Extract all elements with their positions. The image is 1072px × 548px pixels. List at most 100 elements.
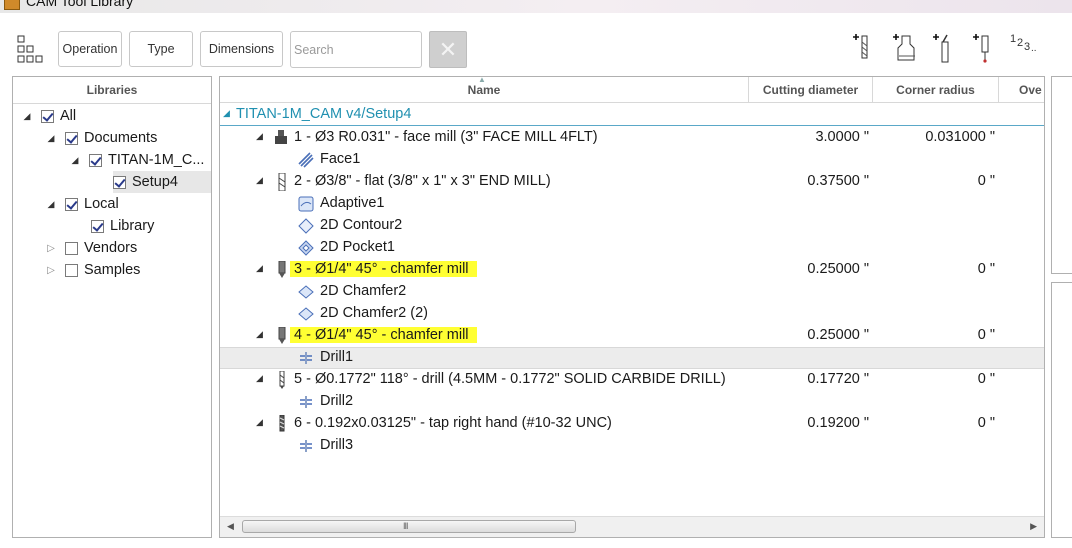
cutting-diameter-value: 0.37500 " <box>807 173 869 189</box>
operation-name: Adaptive1 <box>320 195 385 211</box>
dimensions-button[interactable]: Dimensions <box>200 31 283 67</box>
type-button[interactable]: Type <box>129 31 193 67</box>
scroll-right-arrow-icon[interactable]: ▶ <box>1030 521 1037 532</box>
operation-row[interactable]: Drill2 <box>220 391 1044 413</box>
search-input[interactable] <box>290 31 422 68</box>
face-operation-icon <box>298 152 314 168</box>
operation-row[interactable]: Adaptive1 <box>220 193 1044 215</box>
corner-radius-value: 0 " <box>977 371 995 387</box>
tool-row[interactable]: ◢ 4 - Ø1/4" 45° - chamfer mill 0.25000 "… <box>220 325 1044 347</box>
cutting-diameter-value: 0.17720 " <box>807 371 869 387</box>
drill-tool-icon <box>279 371 285 389</box>
operation-name: Drill2 <box>320 393 354 409</box>
tree-item-local[interactable]: ◢ Local <box>45 193 119 215</box>
tree-item-titan[interactable]: ◢ TITAN-1M_C... <box>69 149 205 171</box>
title-bar: CAM Tool Library <box>0 0 1072 13</box>
column-header-name[interactable]: Name ▲ <box>220 77 749 103</box>
corner-radius-value: 0 " <box>977 327 995 343</box>
checkbox-documents[interactable] <box>65 131 78 145</box>
scrollbar-thumb[interactable]: III <box>242 520 576 533</box>
expand-arrow-icon[interactable]: ◢ <box>256 417 263 428</box>
tree-label: Samples <box>84 262 141 278</box>
group-row[interactable]: ◢ TITAN-1M_CAM v4/Setup4 <box>220 104 1044 126</box>
column-header-corner-radius[interactable]: Corner radius <box>873 77 999 103</box>
expand-arrow-icon[interactable]: ◢ <box>256 373 263 384</box>
collapsed-arrow-icon[interactable]: ▷ <box>45 265 57 276</box>
tool-name: 2 - Ø3/8" - flat (3/8" x 1" x 3" END MIL… <box>294 173 551 189</box>
grid-view-icon[interactable] <box>14 33 48 65</box>
horizontal-scrollbar[interactable]: ◀ III ▶ <box>220 516 1044 537</box>
expand-arrow-icon[interactable]: ◢ <box>256 131 263 142</box>
expand-arrow-icon[interactable]: ◢ <box>223 108 230 119</box>
tool-row[interactable]: ◢ 5 - Ø0.1772" 118° - drill (4.5MM - 0.1… <box>220 369 1044 391</box>
tool-name: 6 - 0.192x0.03125" - tap right hand (#10… <box>294 415 612 431</box>
tree-label: Local <box>84 196 119 212</box>
expand-arrow-icon[interactable]: ◢ <box>45 199 57 210</box>
operation-row[interactable]: 2D Pocket1 <box>220 237 1044 259</box>
operation-row-selected[interactable]: Drill1 <box>220 347 1044 369</box>
column-header-overall[interactable]: Ove <box>999 77 1044 103</box>
new-turning-tool-icon[interactable] <box>929 30 963 68</box>
checkbox-titan[interactable] <box>89 153 102 167</box>
tree-item-setup4[interactable]: Setup4 <box>113 171 211 193</box>
checkbox-library[interactable] <box>91 219 104 233</box>
cutting-diameter-value: 3.0000 " <box>815 129 869 145</box>
libraries-panel: Libraries ◢ All ◢ Documents ◢ TITAN-1M_C… <box>12 76 212 538</box>
operation-name: 2D Contour2 <box>320 217 403 233</box>
clear-search-button[interactable]: ✕ <box>429 31 467 68</box>
expand-arrow-icon[interactable]: ◢ <box>256 329 263 340</box>
operation-row[interactable]: Face1 <box>220 149 1044 171</box>
checkbox-local[interactable] <box>65 197 78 211</box>
tool-row[interactable]: ◢ 3 - Ø1/4" 45° - chamfer mill 0.25000 "… <box>220 259 1044 281</box>
tree-item-documents[interactable]: ◢ Documents <box>45 127 158 149</box>
tool-row[interactable]: ◢ 2 - Ø3/8" - flat (3/8" x 1" x 3" END M… <box>220 171 1044 193</box>
operation-row[interactable]: Drill3 <box>220 435 1044 457</box>
tree-label: Library <box>110 218 155 234</box>
checkbox-samples[interactable] <box>65 263 78 277</box>
drill-operation-icon <box>300 352 312 364</box>
corner-radius-value: 0 " <box>977 261 995 277</box>
cutting-diameter-value: 0.19200 " <box>807 415 869 431</box>
expand-arrow-icon[interactable]: ◢ <box>45 133 57 144</box>
tool-name: 5 - Ø0.1772" 118° - drill (4.5MM - 0.177… <box>294 371 726 387</box>
corner-radius-value: 0 " <box>977 173 995 189</box>
checkbox-setup4[interactable] <box>113 175 126 189</box>
operation-row[interactable]: 2D Contour2 <box>220 215 1044 237</box>
checkbox-vendors[interactable] <box>65 241 78 255</box>
flat-end-mill-icon <box>278 173 286 191</box>
operation-name: 2D Pocket1 <box>320 239 395 255</box>
adaptive-operation-icon <box>298 196 314 212</box>
toolbar: Operation Type Dimensions ✕ 1 2 3 .. <box>0 13 1072 75</box>
renumber-icon[interactable]: 1 2 3 .. <box>1010 33 1044 67</box>
tree-item-samples[interactable]: ▷ Samples <box>45 259 140 281</box>
operation-row[interactable]: 2D Chamfer2 <box>220 281 1044 303</box>
tool-name: 3 - Ø1/4" 45° - chamfer mill <box>290 261 477 277</box>
tool-row[interactable]: ◢ 1 - Ø3 R0.031" - face mill (3" FACE MI… <box>220 127 1044 149</box>
chamfer-operation-icon <box>298 307 314 321</box>
tree-item-library[interactable]: Library <box>91 215 154 237</box>
scroll-left-arrow-icon[interactable]: ◀ <box>227 521 234 532</box>
new-mill-tool-icon[interactable] <box>849 30 883 68</box>
collapsed-arrow-icon[interactable]: ▷ <box>45 243 57 254</box>
new-probe-icon[interactable] <box>969 30 1003 68</box>
tool-row[interactable]: ◢ 6 - 0.192x0.03125" - tap right hand (#… <box>220 413 1044 435</box>
column-header-cutting-diameter[interactable]: Cutting diameter <box>749 77 873 103</box>
operation-name: Drill1 <box>320 349 354 365</box>
chamfer-operation-icon <box>298 285 314 299</box>
tree-item-vendors[interactable]: ▷ Vendors <box>45 237 137 259</box>
operation-button[interactable]: Operation <box>58 31 122 67</box>
operation-row[interactable]: 2D Chamfer2 (2) <box>220 303 1044 325</box>
tools-table: Name ▲ Cutting diameter Corner radius Ov… <box>219 76 1045 538</box>
checkbox-all[interactable] <box>41 109 54 123</box>
pocket-operation-icon <box>298 240 314 256</box>
tree-item-all[interactable]: ◢ All <box>21 105 77 127</box>
sort-arrow-icon: ▲ <box>478 77 486 84</box>
expand-arrow-icon[interactable]: ◢ <box>256 263 263 274</box>
expand-arrow-icon[interactable]: ◢ <box>256 175 263 186</box>
new-holder-icon[interactable] <box>889 30 923 68</box>
corner-radius-value: 0 " <box>977 415 995 431</box>
expand-arrow-icon[interactable]: ◢ <box>69 155 81 166</box>
drill-operation-icon <box>300 440 312 452</box>
tree-label: Documents <box>84 130 158 146</box>
expand-arrow-icon[interactable]: ◢ <box>21 111 33 122</box>
